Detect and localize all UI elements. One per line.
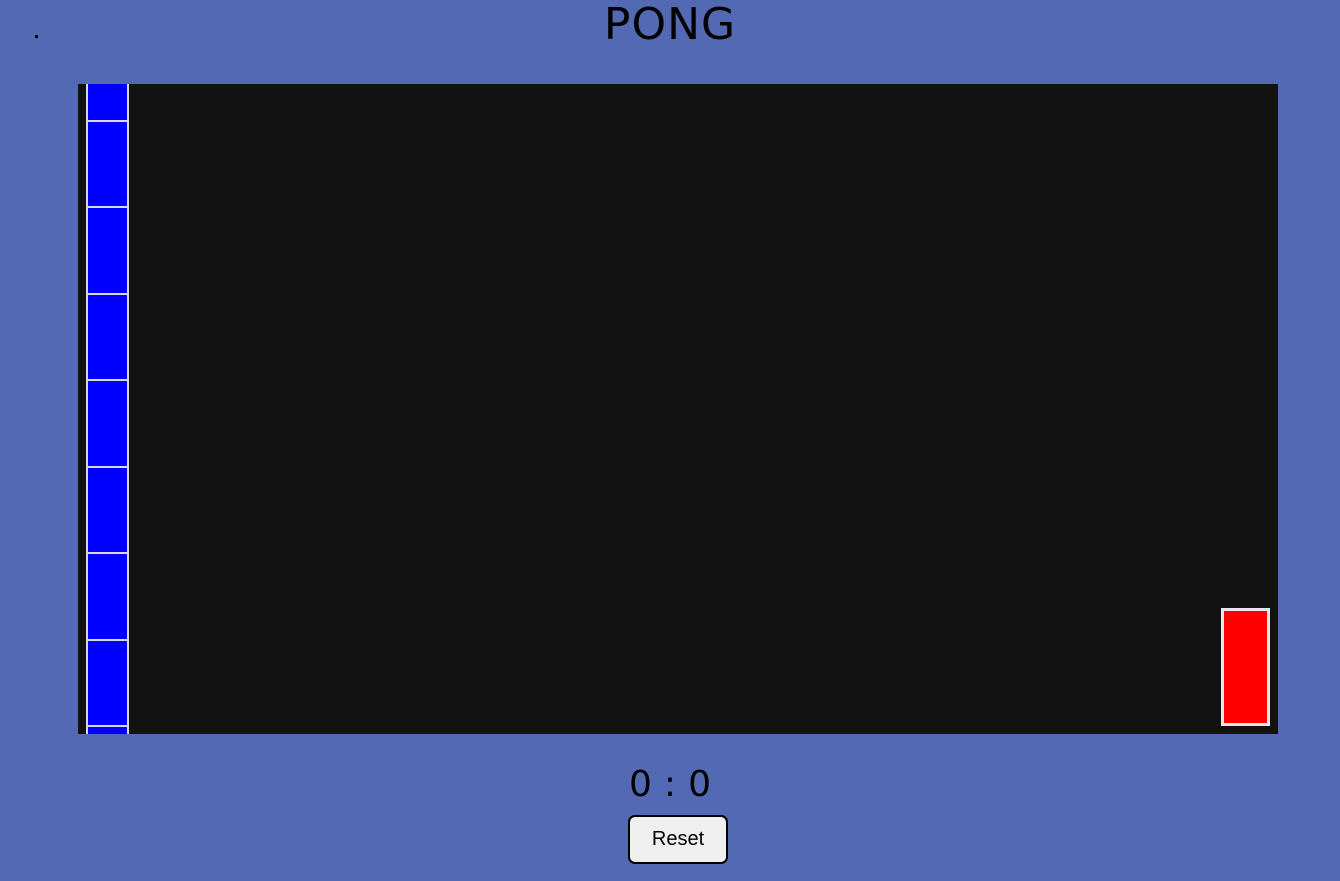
scoreboard: 0:0 [0, 762, 1340, 808]
brick [86, 120, 129, 209]
brick [86, 725, 129, 734]
brick-wall [86, 84, 133, 734]
brick [86, 466, 129, 555]
left-score: 0 [629, 764, 652, 805]
brick [86, 379, 129, 468]
brick [86, 639, 129, 728]
brick [86, 293, 129, 382]
brick [86, 206, 129, 295]
score-separator: : [663, 764, 677, 805]
brick [86, 84, 129, 122]
player-paddle[interactable] [1221, 608, 1270, 726]
page-title: PONG [603, 0, 737, 50]
game-board[interactable] [78, 84, 1278, 734]
reset-button[interactable]: Reset [628, 815, 728, 864]
brick [86, 552, 129, 641]
right-score: 0 [688, 764, 711, 805]
